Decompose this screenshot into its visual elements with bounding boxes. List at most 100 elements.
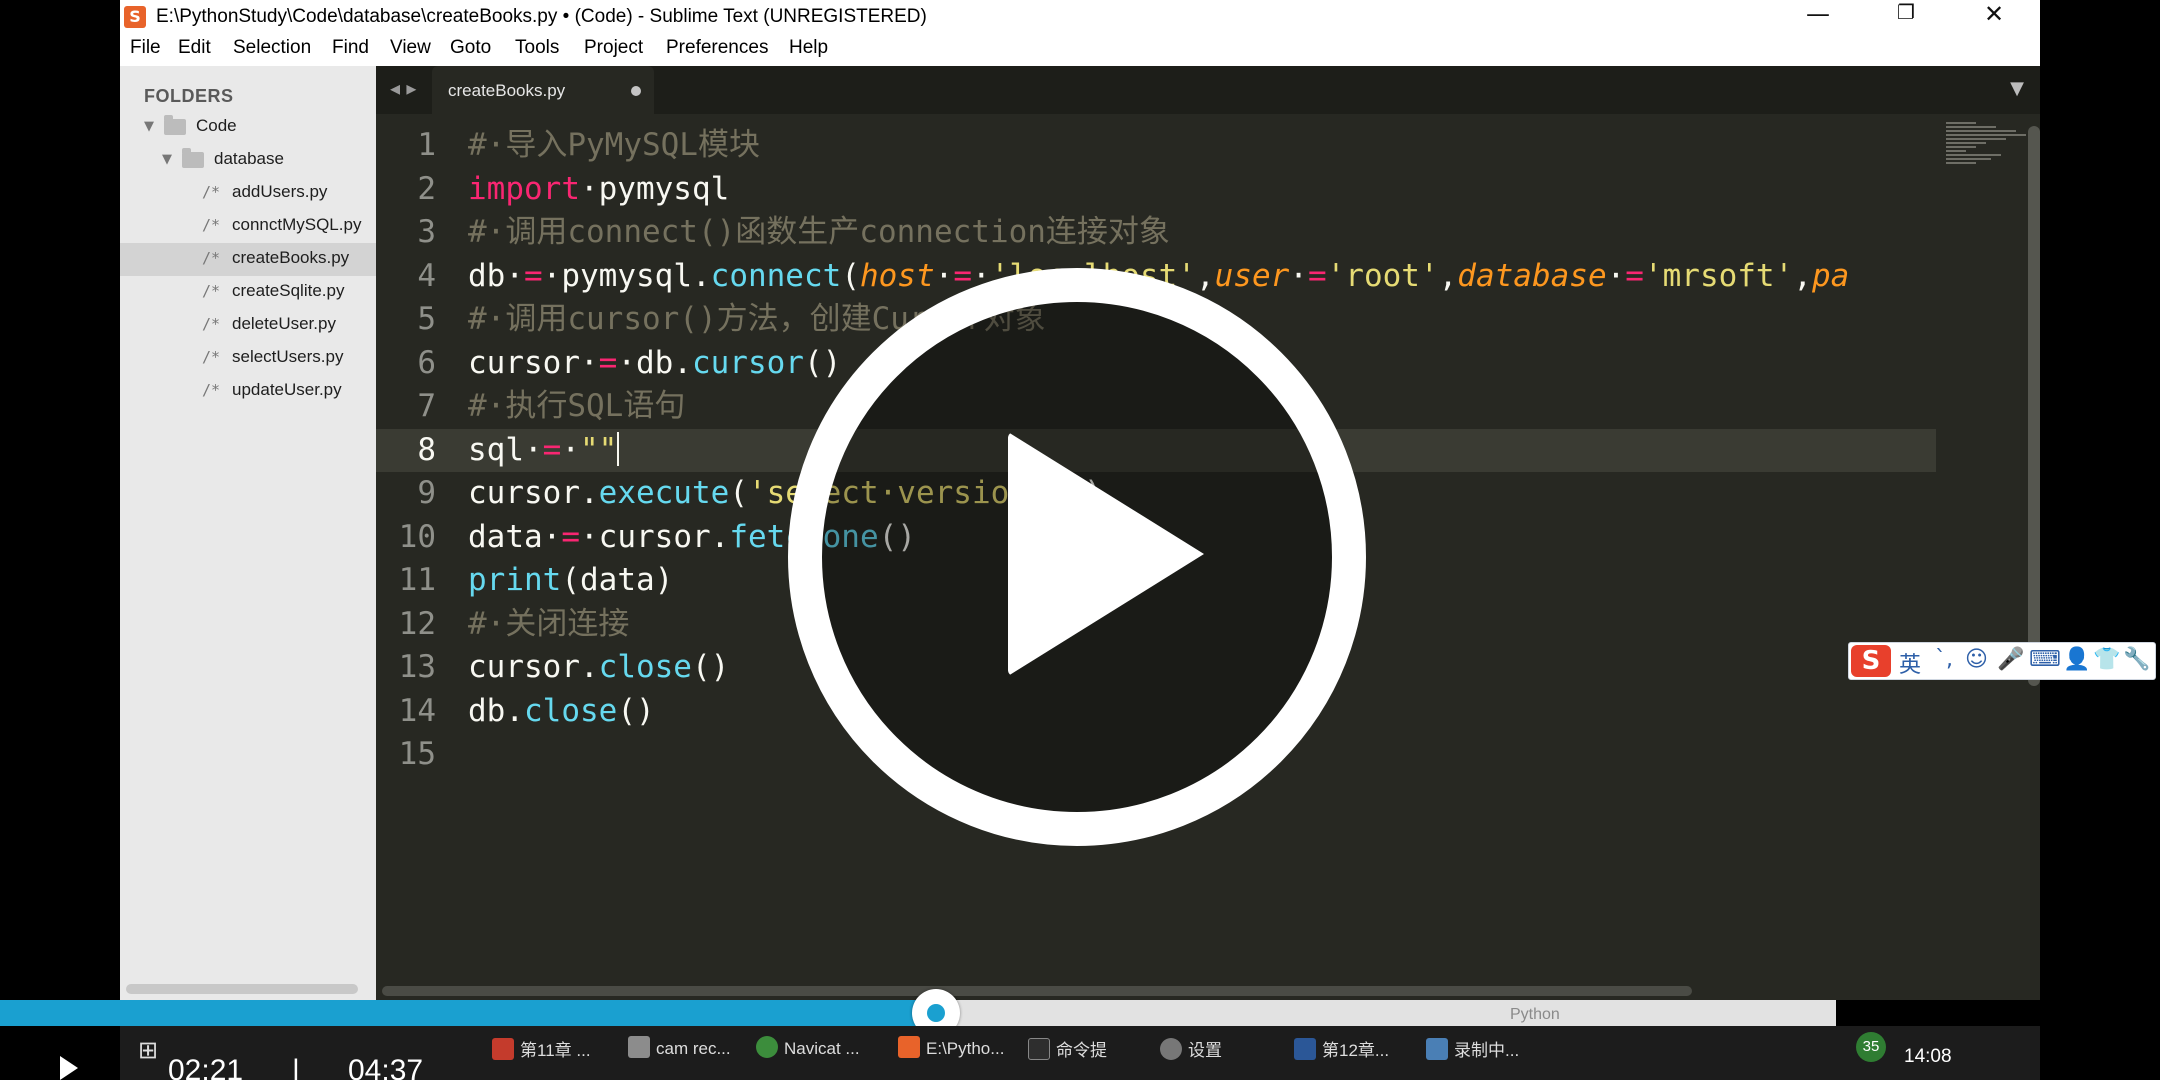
folder-icon	[164, 115, 186, 135]
token: close	[524, 692, 618, 729]
unsaved-dot-icon[interactable]	[631, 86, 641, 96]
ime-language-toggle[interactable]: 英	[1899, 647, 1921, 679]
token: =	[542, 431, 562, 468]
badge-counter[interactable]: 35	[1856, 1032, 1886, 1062]
file-icon: /*	[202, 381, 221, 399]
menu-preferences[interactable]: Preferences	[666, 37, 768, 59]
taskbar-item-cmd[interactable]: 命令提	[1028, 1036, 1107, 1080]
token: print	[468, 562, 562, 598]
taskbar-item-camrec[interactable]: cam rec...	[628, 1036, 731, 1080]
tree-file-selectusers[interactable]: /* selectUsers.py	[120, 342, 376, 375]
folder-icon	[182, 148, 204, 168]
tab-dropdown-icon[interactable]: ▼	[2010, 78, 2024, 99]
menu-selection[interactable]: Selection	[233, 37, 311, 59]
line-number: 4	[417, 257, 436, 294]
system-clock: 14:08	[1904, 1046, 1952, 1067]
line-number: 10	[398, 518, 436, 555]
vertical-scrollbar[interactable]	[2028, 126, 2040, 686]
time-separator: |	[292, 1054, 300, 1080]
token: ,	[1195, 257, 1215, 294]
token: cursor.	[468, 475, 599, 511]
minimize-button[interactable]: —	[1784, 0, 1852, 34]
recorder-icon	[1426, 1038, 1448, 1060]
taskbar-label: 录制中...	[1454, 1041, 1520, 1060]
tree-folder-database[interactable]: ▼ database	[120, 144, 376, 177]
menu-tools[interactable]: Tools	[515, 37, 559, 59]
navicat-icon	[756, 1036, 778, 1058]
tree-file-createsqlite[interactable]: /* createSqlite.py	[120, 276, 376, 309]
menu-help[interactable]: Help	[789, 37, 828, 59]
horizontal-scrollbar[interactable]	[382, 986, 1692, 996]
taskbar-item-sublime[interactable]: E:\Pytho...	[898, 1036, 1004, 1080]
menu-view[interactable]: View	[390, 37, 431, 59]
ime-emoji-icon[interactable]: ☺	[1965, 647, 1988, 672]
token: database	[1457, 257, 1607, 294]
menu-goto[interactable]: Goto	[450, 37, 491, 59]
ppt-icon	[492, 1038, 514, 1060]
tree-file-deleteuser[interactable]: /* deleteUser.py	[120, 309, 376, 342]
token: ()	[803, 344, 842, 381]
token: import	[468, 170, 580, 207]
tree-label: deleteUser.py	[232, 314, 336, 333]
windows-start-icon[interactable]: ⊞	[138, 1036, 158, 1080]
token: ""	[580, 431, 618, 468]
tree-file-createbooks[interactable]: /* createBooks.py	[120, 243, 376, 276]
expand-arrow-icon[interactable]: ▼	[144, 119, 154, 134]
line-number: 6	[417, 344, 436, 381]
ime-settings-icon[interactable]: 🔧	[2123, 647, 2150, 672]
sogou-logo-icon[interactable]: S	[1851, 645, 1891, 677]
taskbar-item-recording[interactable]: 录制中...	[1426, 1036, 1519, 1080]
token: ·pymysql.	[542, 257, 711, 294]
token: (	[841, 257, 860, 294]
token: #·关闭连接	[468, 605, 630, 642]
expand-arrow-icon[interactable]: ▼	[162, 152, 172, 167]
minimap[interactable]	[1946, 122, 2026, 182]
terminal-icon	[1028, 1038, 1050, 1060]
word-icon	[1294, 1038, 1316, 1060]
tree-label: selectUsers.py	[232, 347, 344, 366]
code-text: db.close()	[468, 690, 655, 733]
menu-file[interactable]: File	[130, 37, 161, 59]
token: (data)	[561, 562, 674, 598]
syntax-label[interactable]: Python	[1510, 1006, 1560, 1024]
taskbar-item-navicat[interactable]: Navicat ...	[756, 1036, 860, 1080]
ime-skin-icon[interactable]: 👕	[2093, 647, 2120, 672]
file-icon: /*	[202, 315, 221, 333]
file-icon: /*	[202, 216, 221, 234]
ime-keyboard-icon[interactable]: ⌨	[2029, 647, 2061, 672]
tab-nav-arrows-icon[interactable]: ◂ ▸	[390, 76, 416, 100]
ime-microphone-icon[interactable]: 🎤	[1997, 647, 2024, 672]
tree-file-connctmysql[interactable]: /* connctMySQL.py	[120, 210, 376, 243]
token: db.	[468, 692, 524, 729]
close-button[interactable]: ✕	[1960, 0, 2028, 34]
window-title: E:\PythonStudy\Code\database\createBooks…	[156, 6, 927, 27]
play-icon[interactable]	[1008, 432, 1204, 676]
current-time: 02:21	[168, 1054, 244, 1080]
menu-project[interactable]: Project	[584, 37, 643, 59]
menu-find[interactable]: Find	[332, 37, 369, 59]
token: cursor·	[468, 344, 599, 381]
code-line: 3 #·调用connect()函数生产connection连接对象	[376, 211, 1936, 255]
video-play-button[interactable]	[60, 1056, 78, 1080]
menu-edit[interactable]: Edit	[178, 37, 211, 59]
ime-punctuation-icon[interactable]: ˋ,	[1935, 647, 1953, 672]
tree-file-adduser[interactable]: /* addUsers.py	[120, 177, 376, 210]
token: (	[729, 475, 748, 511]
tree-folder-code[interactable]: ▼ Code	[120, 111, 376, 144]
taskbar-item-ch11[interactable]: 第11章 ...	[492, 1036, 591, 1080]
ime-user-icon[interactable]: 👤	[2063, 647, 2090, 672]
maximize-button[interactable]: ❐	[1872, 0, 1940, 34]
taskbar-label: 设置	[1188, 1041, 1222, 1060]
token: cursor.	[468, 649, 599, 685]
tab-createbooks[interactable]: createBooks.py	[432, 66, 654, 114]
token: host	[859, 257, 935, 294]
token: =	[524, 257, 543, 294]
line-number: 12	[398, 605, 436, 642]
sidebar-scrollbar[interactable]	[126, 984, 358, 994]
line-number: 15	[398, 736, 436, 772]
video-progress-track[interactable]	[0, 989, 1836, 1037]
taskbar-item-settings[interactable]: 设置	[1160, 1036, 1222, 1080]
tree-file-updateuser[interactable]: /* updateUser.py	[120, 375, 376, 408]
taskbar-label: Navicat ...	[784, 1039, 860, 1058]
taskbar-item-ch12[interactable]: 第12章...	[1294, 1036, 1389, 1080]
